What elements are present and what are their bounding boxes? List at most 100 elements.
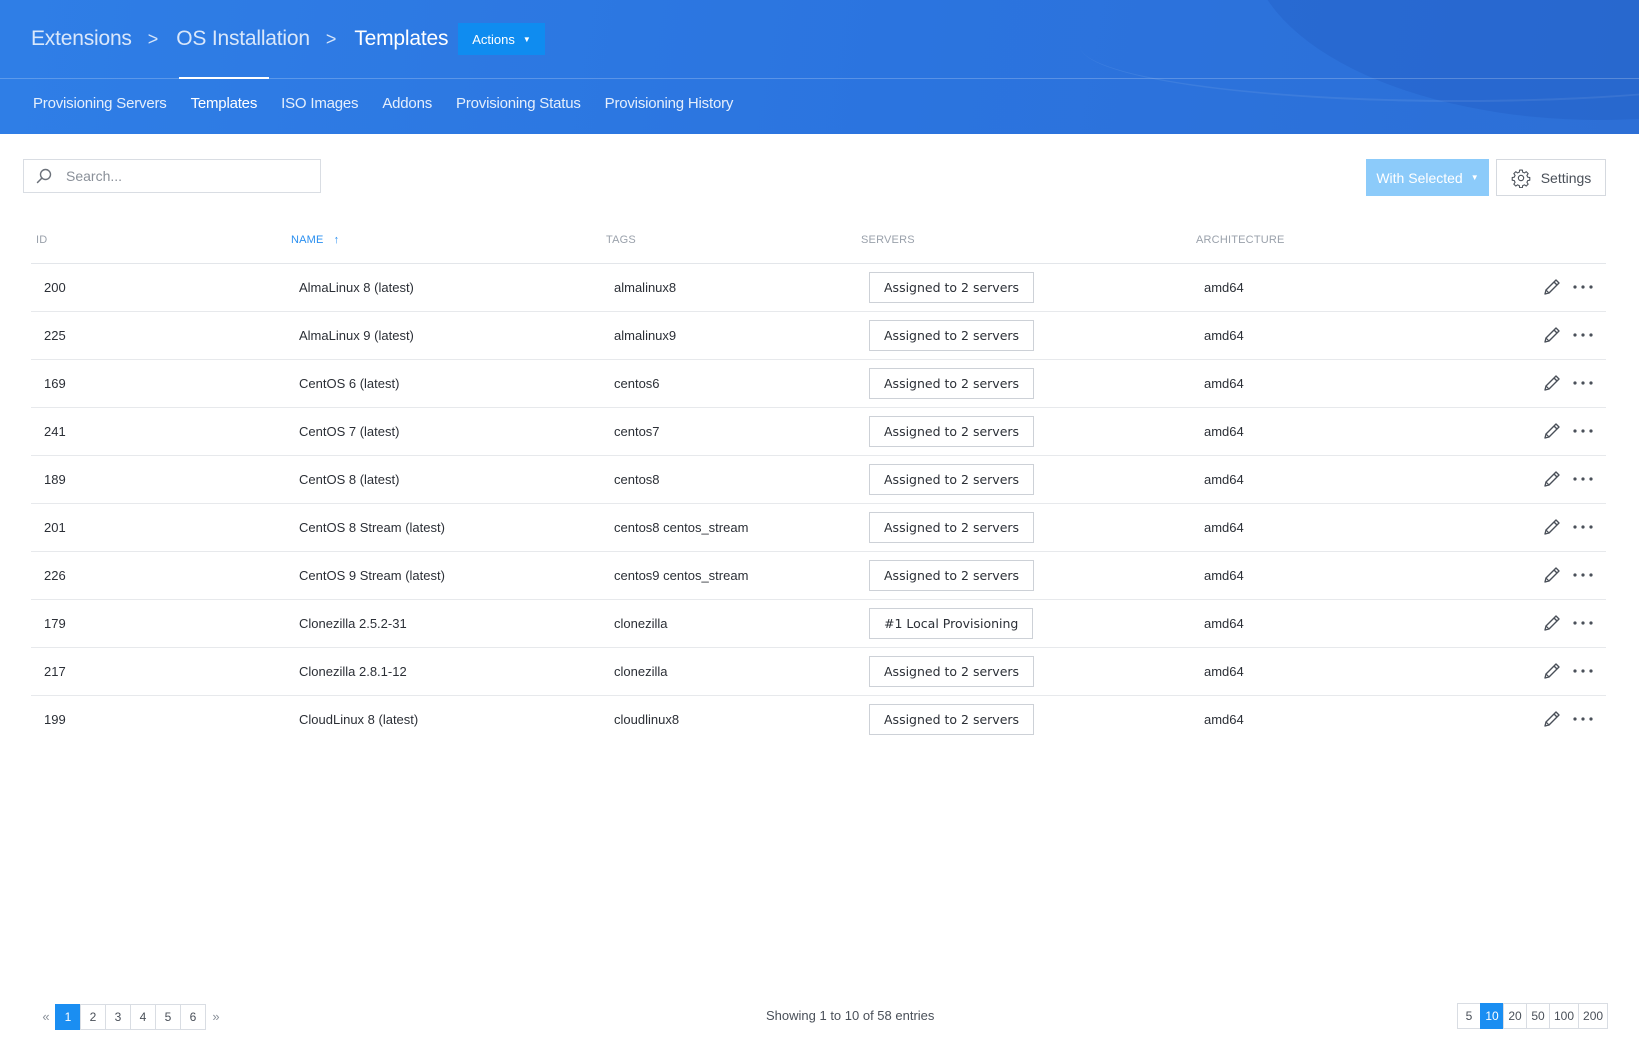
column-header-tags[interactable]: TAGS <box>606 234 636 246</box>
table-row[interactable]: 179 Clonezilla 2.5.2-31 clonezilla #1 Local… <box>31 600 1606 648</box>
row-tags: centos8 centos_stream <box>614 520 749 535</box>
pencil-icon[interactable] <box>1542 325 1562 345</box>
table-row[interactable]: 201 CentOS 8 Stream (latest) centos8 cento… <box>31 504 1606 552</box>
pencil-icon[interactable] <box>1542 709 1562 729</box>
page-title: Templates <box>354 27 449 50</box>
page-4-button[interactable]: 4 <box>130 1003 156 1030</box>
more-options-icon[interactable] <box>1572 421 1594 441</box>
pencil-icon[interactable] <box>1542 613 1562 633</box>
page-6-button[interactable]: 6 <box>180 1003 206 1030</box>
servers-badge[interactable]: Assigned to 2 servers <box>869 272 1035 303</box>
table-row[interactable]: 217 Clonezilla 2.8.1-12 clonezilla Assigned… <box>31 648 1606 696</box>
column-header-servers[interactable]: SERVERS <box>861 234 915 246</box>
row-architecture: amd64 <box>1204 664 1244 679</box>
settings-label: Settings <box>1540 169 1592 186</box>
page-2-button[interactable]: 2 <box>80 1003 106 1030</box>
breadcrumb-os-installation[interactable]: OS Installation <box>176 27 310 51</box>
next-page-icon[interactable]: » <box>206 1009 226 1024</box>
more-options-icon[interactable] <box>1572 469 1594 489</box>
servers-badge[interactable]: Assigned to 2 servers <box>869 704 1035 735</box>
row-id: 199 <box>44 712 66 727</box>
servers-badge[interactable]: Assigned to 2 servers <box>869 560 1035 591</box>
row-architecture: amd64 <box>1204 616 1244 631</box>
column-header-name-label: NAME <box>291 234 324 246</box>
with-selected-label: With Selected <box>1376 169 1463 186</box>
tab-templates[interactable]: Templates <box>178 77 270 134</box>
page-5-button[interactable]: 5 <box>155 1003 181 1030</box>
more-options-icon[interactable] <box>1572 661 1594 681</box>
page-size-5-button[interactable]: 5 <box>1457 1003 1481 1029</box>
table-row[interactable]: 225 AlmaLinux 9 (latest) almalinux9 Assigne… <box>31 312 1606 360</box>
entries-info: Showing 1 to 10 of 58 entries <box>766 1008 935 1023</box>
page-size-20-button[interactable]: 20 <box>1503 1003 1527 1029</box>
more-options-icon[interactable] <box>1572 325 1594 345</box>
table-row[interactable]: 241 CentOS 7 (latest) centos7 Assigned to 2… <box>31 408 1606 456</box>
pencil-icon[interactable] <box>1542 421 1562 441</box>
row-architecture: amd64 <box>1204 328 1244 343</box>
pencil-icon[interactable] <box>1542 373 1562 393</box>
tab-provisioning-servers[interactable]: Provisioning Servers <box>21 79 179 134</box>
servers-badge[interactable]: Assigned to 2 servers <box>869 464 1035 495</box>
column-header-id[interactable]: ID <box>36 234 47 246</box>
tab-bar: Provisioning Servers Templates ISO Image… <box>21 77 746 134</box>
table-row[interactable]: 200 AlmaLinux 8 (latest) almalinux8 Assigne… <box>31 264 1606 312</box>
servers-badge[interactable]: Assigned to 2 servers <box>869 368 1035 399</box>
tab-provisioning-status[interactable]: Provisioning Status <box>444 79 593 134</box>
row-architecture: amd64 <box>1204 424 1244 439</box>
caret-down-icon: ▼ <box>522 34 531 44</box>
actions-button-label: Actions <box>472 31 515 47</box>
templates-table: ID NAME ↑ TAGS SERVERS ARCHITECTURE 200 Al… <box>31 225 1606 743</box>
servers-badge[interactable]: Assigned to 2 servers <box>869 416 1035 447</box>
tab-provisioning-history[interactable]: Provisioning History <box>593 79 746 134</box>
servers-badge[interactable]: Assigned to 2 servers <box>869 320 1035 351</box>
page-size-200-button[interactable]: 200 <box>1578 1003 1609 1029</box>
settings-button[interactable]: Settings <box>1496 159 1606 196</box>
more-options-icon[interactable] <box>1572 277 1594 297</box>
pagination: « 123456 » <box>36 1003 226 1030</box>
servers-badge[interactable]: Assigned to 2 servers <box>869 656 1035 687</box>
more-options-icon[interactable] <box>1572 709 1594 729</box>
table-row[interactable]: 199 CloudLinux 8 (latest) cloudlinux8 Assig… <box>31 696 1606 743</box>
row-name: CloudLinux 8 (latest) <box>299 712 419 727</box>
row-tags: centos6 <box>614 376 660 391</box>
tab-addons[interactable]: Addons <box>370 79 444 134</box>
page-size-10-button[interactable]: 10 <box>1480 1003 1504 1029</box>
pencil-icon[interactable] <box>1542 661 1562 681</box>
row-architecture: amd64 <box>1204 568 1244 583</box>
pencil-icon[interactable] <box>1542 469 1562 489</box>
row-id: 226 <box>44 568 66 583</box>
page-3-button[interactable]: 3 <box>105 1003 131 1030</box>
more-options-icon[interactable] <box>1572 565 1594 585</box>
row-tags: centos7 <box>614 424 660 439</box>
search-box <box>23 159 321 193</box>
previous-page-icon[interactable]: « <box>36 1009 56 1024</box>
page-size-100-button[interactable]: 100 <box>1549 1003 1580 1029</box>
more-options-icon[interactable] <box>1572 373 1594 393</box>
with-selected-button[interactable]: With Selected ▼ <box>1366 159 1489 196</box>
servers-badge[interactable]: Assigned to 2 servers <box>869 512 1035 543</box>
actions-button[interactable]: Actions ▼ <box>458 23 545 55</box>
table-row[interactable]: 226 CentOS 9 Stream (latest) centos9 cento… <box>31 552 1606 600</box>
column-header-name[interactable]: NAME ↑ <box>291 234 339 246</box>
chevron-right-icon: > <box>147 28 159 49</box>
page-1-button[interactable]: 1 <box>55 1003 81 1030</box>
search-input[interactable] <box>64 167 308 185</box>
more-options-icon[interactable] <box>1572 517 1594 537</box>
breadcrumb-extensions[interactable]: Extensions <box>31 27 132 51</box>
row-name: AlmaLinux 9 (latest) <box>299 328 414 343</box>
row-id: 189 <box>44 472 66 487</box>
tab-iso-images[interactable]: ISO Images <box>269 79 370 134</box>
row-name: Clonezilla 2.8.1-12 <box>299 664 407 679</box>
pencil-icon[interactable] <box>1542 277 1562 297</box>
row-tags: centos9 centos_stream <box>614 568 749 583</box>
more-options-icon[interactable] <box>1572 613 1594 633</box>
table-row[interactable]: 169 CentOS 6 (latest) centos6 Assigned to 2… <box>31 360 1606 408</box>
column-header-architecture[interactable]: ARCHITECTURE <box>1196 234 1285 246</box>
table-row[interactable]: 189 CentOS 8 (latest) centos8 Assigned to 2… <box>31 456 1606 504</box>
page-size-selector: 5 10 20 50 100 200 <box>1457 1003 1609 1029</box>
page-size-50-button[interactable]: 50 <box>1526 1003 1550 1029</box>
row-tags: cloudlinux8 <box>614 712 680 727</box>
pencil-icon[interactable] <box>1542 517 1562 537</box>
servers-badge[interactable]: #1 Local Provisioning <box>869 608 1034 639</box>
pencil-icon[interactable] <box>1542 565 1562 585</box>
